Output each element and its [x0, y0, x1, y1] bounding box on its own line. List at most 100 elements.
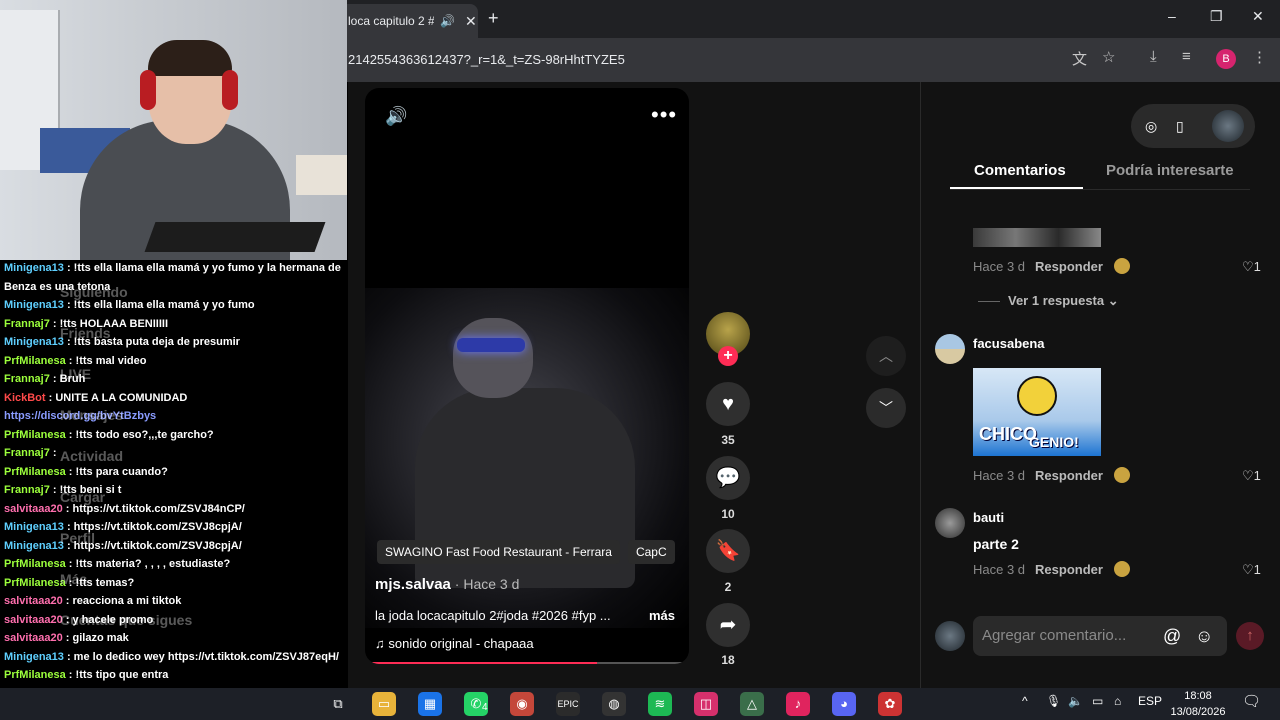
- save-button[interactable]: 🔖: [706, 529, 750, 573]
- new-tab-button[interactable]: +: [488, 8, 499, 29]
- instagram-icon[interactable]: ◫: [694, 692, 718, 716]
- previous-video-button[interactable]: ︿: [866, 336, 906, 376]
- tray-overflow-icon[interactable]: ^: [1022, 694, 1028, 708]
- volume-icon[interactable]: 🔊: [385, 106, 407, 127]
- media-control-icon[interactable]: ≡: [1182, 48, 1191, 65]
- restore-icon[interactable]: ❐: [1210, 8, 1223, 25]
- comment-input[interactable]: Agregar comentario... @ ☺: [973, 616, 1227, 656]
- chat-username[interactable]: salvitaaa20: [4, 614, 63, 626]
- capcut-chip[interactable]: CapC: [627, 540, 675, 564]
- reply-button[interactable]: Responder: [1035, 259, 1103, 274]
- video-player[interactable]: 🔊 ••• SWAGINO Fast Food Restaurant - Fer…: [365, 88, 689, 664]
- chat-username[interactable]: KickBot: [4, 392, 46, 404]
- obs-icon[interactable]: ◍: [602, 692, 626, 716]
- like-button[interactable]: ♥: [706, 382, 750, 426]
- epic-games-icon[interactable]: EPIC: [556, 692, 580, 716]
- file-explorer-icon[interactable]: ▭: [372, 692, 396, 716]
- more-options-icon[interactable]: •••: [651, 102, 677, 128]
- sidebar-item[interactable]: Mensajes: [60, 407, 123, 423]
- commenter-avatar[interactable]: [935, 508, 965, 538]
- send-comment-button[interactable]: ↑: [1236, 622, 1264, 650]
- profile-avatar[interactable]: B: [1216, 49, 1236, 69]
- chat-username[interactable]: salvitaaa20: [4, 595, 63, 607]
- phone-icon[interactable]: ▯: [1176, 118, 1184, 135]
- chrome-icon[interactable]: ◉: [510, 692, 534, 716]
- language-indicator[interactable]: ESP: [1138, 694, 1162, 708]
- sidebar-item[interactable]: LIVE: [60, 366, 91, 382]
- drive-icon[interactable]: △: [740, 692, 764, 716]
- comment-sticker[interactable]: CHICO GENIO!: [973, 368, 1101, 456]
- music-title[interactable]: sonido original - chapaaa: [388, 636, 533, 651]
- chat-username[interactable]: Minigena13: [4, 299, 64, 311]
- browser-menu-icon[interactable]: ⋮: [1252, 48, 1267, 66]
- translate-icon[interactable]: 文: [1072, 48, 1087, 69]
- mention-icon[interactable]: @: [1163, 616, 1181, 656]
- compass-icon[interactable]: ◎: [1145, 118, 1157, 135]
- sidebar-item[interactable]: Siguiendo: [60, 284, 128, 300]
- comment-likes[interactable]: ♡1: [1242, 562, 1261, 578]
- download-icon[interactable]: ⤓: [1150, 48, 1157, 65]
- chat-username[interactable]: salvitaaa20: [4, 632, 63, 644]
- chat-username[interactable]: Minigena13: [4, 521, 64, 533]
- view-replies-button[interactable]: Ver 1 respuesta ⌄: [978, 293, 1119, 309]
- video-author[interactable]: mjs.salvaa · Hace 3 d: [375, 576, 519, 593]
- volume-tray-icon[interactable]: 🔈: [1068, 694, 1083, 708]
- emoji-icon[interactable]: ☺: [1195, 616, 1213, 656]
- chat-username[interactable]: Minigena13: [4, 651, 64, 663]
- chat-username[interactable]: salvitaaa20: [4, 503, 63, 515]
- close-tab-icon[interactable]: ✕: [465, 13, 477, 30]
- music-info[interactable]: ♫ sonido original - chapaaa: [375, 636, 534, 651]
- comment-image[interactable]: [973, 228, 1101, 247]
- discord-icon[interactable]: ◕: [832, 692, 856, 716]
- comment-likes[interactable]: ♡1: [1242, 259, 1261, 275]
- location-chip[interactable]: SWAGINO Fast Food Restaurant - Ferrara: [377, 540, 620, 564]
- chat-username[interactable]: PrfMilanesa: [4, 429, 66, 441]
- reply-button[interactable]: Responder: [1035, 562, 1103, 577]
- audio-icon[interactable]: 🔊: [440, 14, 455, 28]
- commenter-name[interactable]: bauti: [973, 510, 1004, 525]
- store-icon[interactable]: ▦: [418, 692, 442, 716]
- reply-button[interactable]: Responder: [1035, 468, 1103, 483]
- notifications-icon[interactable]: 🗨: [1242, 692, 1261, 710]
- color-app-icon[interactable]: ✿: [878, 692, 902, 716]
- sidebar-item[interactable]: Cuentas que sigues: [60, 612, 192, 628]
- browser-tab[interactable]: loca capitulo 2 # 🔊 ✕: [340, 4, 478, 38]
- sidebar-item[interactable]: Actividad: [60, 448, 123, 464]
- bookmark-star-icon[interactable]: ☆: [1102, 48, 1115, 66]
- chat-username[interactable]: Minigena13: [4, 336, 64, 348]
- tab-interest[interactable]: Podría interesarte: [1106, 162, 1234, 179]
- author-name[interactable]: mjs.salvaa: [375, 576, 451, 593]
- spotify-icon[interactable]: ≋: [648, 692, 672, 716]
- tiktok-icon[interactable]: ♪: [786, 692, 810, 716]
- window-close-icon[interactable]: ✕: [1252, 8, 1264, 25]
- chat-username[interactable]: Frannaj7: [4, 318, 50, 330]
- system-clock[interactable]: 18:08 13/08/2026: [1170, 688, 1226, 720]
- chat-username[interactable]: Minigena13: [4, 540, 64, 552]
- sidebar-item[interactable]: Cargar: [60, 489, 105, 505]
- sidebar-item[interactable]: Perfil: [60, 530, 95, 546]
- address-bar[interactable]: 2142554363612437?_r=1&_t=ZS-98rHhtTYZE5: [348, 46, 1098, 74]
- commenter-avatar[interactable]: [935, 334, 965, 364]
- comment-likes[interactable]: ♡1: [1242, 468, 1261, 484]
- pill-thumbnail[interactable]: [1212, 110, 1244, 142]
- minimize-icon[interactable]: –: [1168, 8, 1176, 24]
- sidebar-item[interactable]: Más: [60, 571, 87, 587]
- share-button[interactable]: ➦: [706, 603, 750, 647]
- tab-comments[interactable]: Comentarios: [974, 162, 1066, 179]
- video-progress-bar[interactable]: [369, 662, 685, 664]
- comment-button[interactable]: 💬: [706, 456, 750, 500]
- microphone-icon[interactable]: 🎙: [1046, 694, 1061, 708]
- follow-button[interactable]: +: [718, 346, 738, 366]
- chat-username[interactable]: PrfMilanesa: [4, 669, 66, 681]
- sidebar-item[interactable]: Friends: [60, 325, 111, 341]
- chat-username[interactable]: PrfMilanesa: [4, 577, 66, 589]
- next-video-button[interactable]: ﹀: [866, 388, 906, 428]
- commenter-name[interactable]: facusabena: [973, 336, 1045, 351]
- chat-username[interactable]: Minigena13: [4, 262, 64, 274]
- task-view-icon[interactable]: ⧉: [326, 692, 350, 716]
- chat-username[interactable]: PrfMilanesa: [4, 355, 66, 367]
- chat-username[interactable]: PrfMilanesa: [4, 466, 66, 478]
- chat-username[interactable]: PrfMilanesa: [4, 558, 66, 570]
- chat-username[interactable]: Frannaj7: [4, 484, 50, 496]
- more-link[interactable]: más: [649, 608, 675, 623]
